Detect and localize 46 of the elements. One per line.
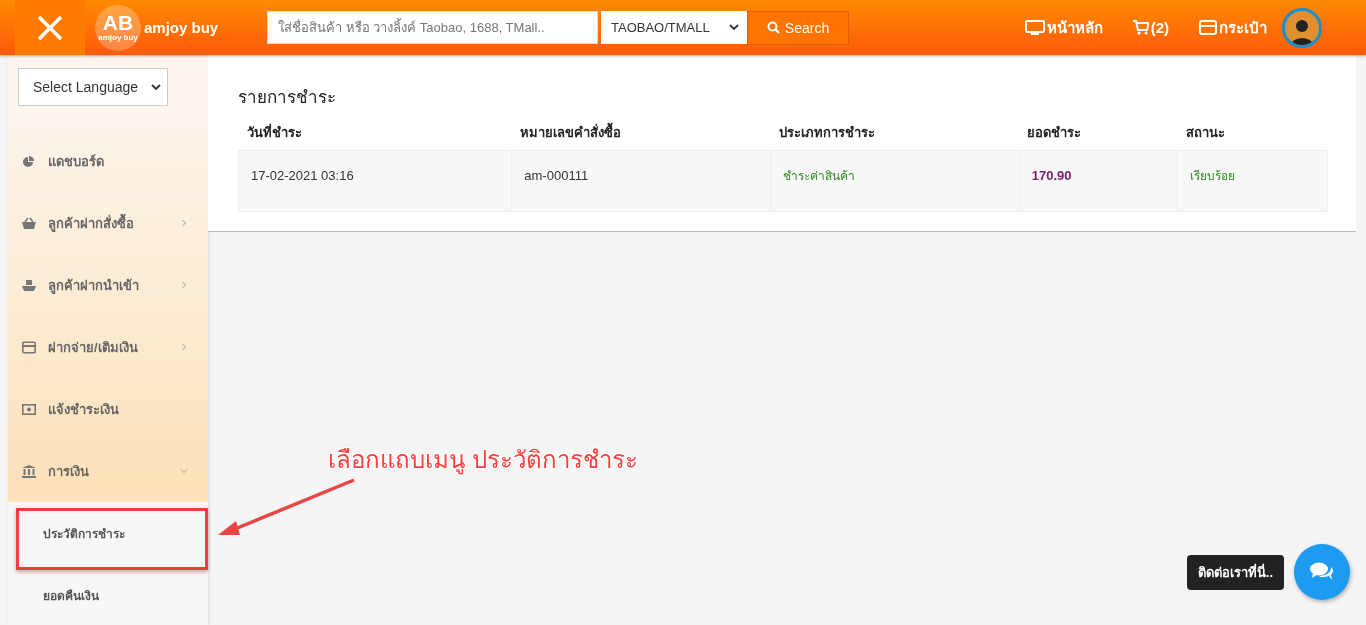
column-header: วันที่ชำระ bbox=[238, 122, 512, 151]
menu-item[interactable]: แจ้งชำระเงิน bbox=[8, 378, 208, 440]
banknote-icon bbox=[22, 402, 36, 416]
language-select[interactable]: Select Language bbox=[18, 68, 168, 106]
table-cell: 170.90 bbox=[1019, 150, 1178, 212]
logo-badge: AB amjoy buy bbox=[95, 4, 141, 51]
menu-item[interactable]: ลูกค้าฝากสั่งซื้อ bbox=[8, 192, 208, 254]
caret-icon bbox=[729, 24, 739, 31]
search-field[interactable]: ใส่ชื่อสินค้า หรือ วางลิ้งค์ Taobao, 1688, TMall.. bbox=[267, 11, 598, 44]
cart-icon bbox=[1132, 20, 1149, 35]
wallet-link[interactable]: กระเป๋า bbox=[1199, 15, 1267, 40]
section-title: รายการชำระ bbox=[238, 87, 337, 109]
bank-icon bbox=[22, 464, 36, 478]
menu-item[interactable]: แดชบอร์ด bbox=[8, 130, 208, 192]
annotation-text: เลือกแถบเมนู ประวัติการชำระ bbox=[328, 445, 638, 477]
monitor-icon bbox=[1024, 19, 1045, 36]
table-cell: 17-02-2021 03:16 bbox=[238, 150, 512, 212]
credit-card-icon bbox=[22, 340, 36, 354]
source-select[interactable]: TAOBAO/TMALL bbox=[601, 11, 747, 44]
column-header: สถานะ bbox=[1177, 122, 1328, 151]
chat-label: ติดต่อเราที่นี่.. bbox=[1186, 554, 1284, 590]
logo-text: amjoy buy bbox=[144, 19, 219, 36]
table-cell: am-000111 bbox=[511, 150, 771, 212]
menu-item[interactable]: ลูกค้าฝากนำเข้า bbox=[8, 254, 208, 316]
close-button[interactable] bbox=[15, 0, 85, 55]
caret-icon bbox=[151, 83, 161, 91]
basket-icon bbox=[22, 216, 36, 230]
avatar-icon[interactable] bbox=[1282, 7, 1322, 48]
column-header: ยอดชำระ bbox=[1019, 122, 1178, 151]
submenu-item[interactable]: ประวัติการชำระ bbox=[8, 502, 208, 564]
chat-button[interactable] bbox=[1294, 544, 1350, 600]
table-cell: เรียบร้อย bbox=[1177, 150, 1328, 212]
column-header: หมายเลขคำสั่งซื้อ bbox=[511, 122, 771, 151]
wallet-icon bbox=[1199, 20, 1217, 35]
search-button[interactable]: Search bbox=[747, 10, 849, 45]
close-icon bbox=[37, 14, 63, 41]
table-cell: ชำระค่าสินค้า bbox=[770, 150, 1020, 212]
pie-chart-icon bbox=[22, 154, 36, 168]
cart-link[interactable]: (2) bbox=[1132, 19, 1169, 36]
menu-item[interactable]: การเงิน bbox=[8, 440, 208, 502]
home-link[interactable]: หน้าหลัก bbox=[1024, 15, 1103, 40]
search-icon bbox=[766, 21, 780, 34]
ship-icon bbox=[22, 278, 36, 292]
column-header: ประเภทการชำระ bbox=[770, 122, 1020, 151]
submenu-item[interactable]: ยอดคืนเงิน bbox=[8, 564, 208, 625]
menu-item[interactable]: ฝากจ่าย/เติมเงิน bbox=[8, 316, 208, 378]
